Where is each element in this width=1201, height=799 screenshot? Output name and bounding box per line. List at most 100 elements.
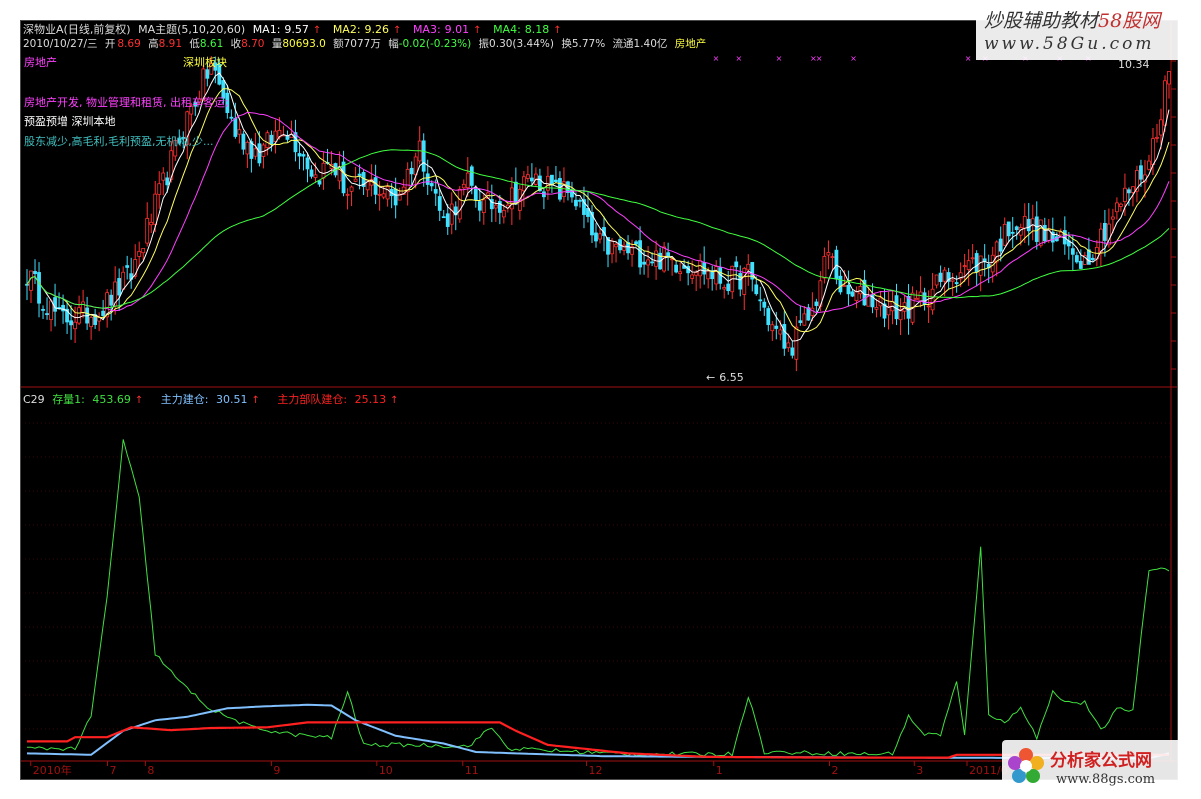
candle-body [814,301,819,306]
candle-body [405,168,410,193]
ma1-value: 9.57 [284,23,309,36]
candle-body [513,181,518,205]
candle-body [393,188,398,206]
sector-label: 房地产 [24,56,57,69]
stock-title: 深物业A(日线,前复权) [23,23,131,36]
candle-body [45,313,49,315]
candle-body [437,196,442,211]
candle-body [930,288,935,311]
candle-body [1115,202,1119,213]
candle-body [962,265,967,268]
candle-body [41,308,45,311]
up-arrow-icon: ↑ [134,395,144,406]
candle-body [161,172,166,181]
candle-body [714,266,719,285]
candle-body [89,316,94,328]
candle-body [37,272,41,304]
event-marker: × [850,54,857,63]
candle-body [674,264,679,273]
candle-body [942,269,947,282]
watermark-bottom-url: www.88gs.com [1056,772,1156,787]
candle-body [1026,218,1031,232]
candle-body [550,174,554,186]
candle-body [481,199,486,213]
candle-body [830,256,835,259]
high-label: 高 [148,38,159,50]
notes-text: 股东减少,高毛利,毛利预盈,无机构,少... [24,135,214,148]
main-header: 深物业A(日线,前复权) MA主题(5,10,20,60) MA1: 9.57 ↑ … [23,23,570,38]
candle-body [722,287,727,290]
candle-body [798,320,803,323]
up-arrow-icon: ↑ [393,25,402,36]
candle-body [425,173,430,185]
candle-body [273,130,278,142]
s3-label: 主力部队建仓: [277,393,348,406]
candle-body [309,169,314,177]
candle-body [1102,223,1107,241]
ma3-value: 9.01 [444,23,470,36]
candle-body [762,301,767,308]
candle-body [413,156,418,176]
up-arrow-icon: ↑ [390,395,399,406]
candle-body [317,180,322,185]
candle-body [1090,257,1095,261]
candle-body [1147,160,1151,170]
candle-body [381,193,386,198]
candle-body [926,305,931,308]
ma4-line [26,149,1170,309]
candle-body [966,260,971,270]
candle-body [578,199,582,202]
up-arrow-icon: ↑ [473,25,482,36]
candle-body [634,241,638,245]
candle-body [429,183,434,187]
candle-body [646,259,650,266]
up-arrow-icon: ↑ [312,25,322,36]
candle-body [1078,260,1083,269]
candle-body [758,299,763,302]
candle-body [497,201,502,213]
candle-body [377,193,382,196]
volume-label: 量 [271,38,283,50]
candle-body [233,118,238,137]
candle-body [433,189,438,194]
candle-body [826,252,831,256]
chart-window: ×××××××××××2010年7891011121232011/0 深物业A(… [20,20,1178,780]
candle-body [1167,71,1171,85]
candle-body [838,275,843,293]
candle-body [1034,216,1039,242]
candle-body [501,209,506,218]
high-value: 8.91 [158,38,183,50]
s2-readout: 主力建仓: 30.51 ↑ [161,393,264,406]
candle-body [1070,248,1075,255]
watermark-top-brand: 58股网 [1098,10,1161,32]
candle-body [978,255,983,276]
candle-body [1127,189,1131,194]
float-label: 流通 [612,38,634,50]
watermark-top-title: 炒股辅助教材58股网 [984,6,1160,33]
ma2-line [26,88,1170,333]
candle-body [253,148,258,157]
candle-body [125,265,130,268]
watermark-top-url: www.58Gu.com [984,34,1155,54]
candle-body [654,250,659,267]
candle-body [469,166,474,186]
candle-body [445,213,450,227]
candle-body [894,295,899,320]
x-tick-label: 7 [110,764,117,777]
candle-body [297,153,302,157]
candle-body [770,324,775,332]
s3-value: 25.13 [354,393,387,406]
forecast-text: 预盈预增 深圳本地 [24,115,116,128]
candle-body [117,278,122,296]
candle-body [1002,223,1007,246]
candle-body [802,313,807,326]
amount-value: 7077万 [343,38,381,50]
candle-body [610,240,614,255]
ma1-readout: MA1: 9.57 ↑ [253,23,326,36]
candle-body [846,284,851,295]
low-label: 低 [189,38,200,50]
candle-body [473,188,478,201]
candle-body [726,283,731,292]
ma3-label: MA3: [412,23,441,36]
candle-body [477,201,482,211]
